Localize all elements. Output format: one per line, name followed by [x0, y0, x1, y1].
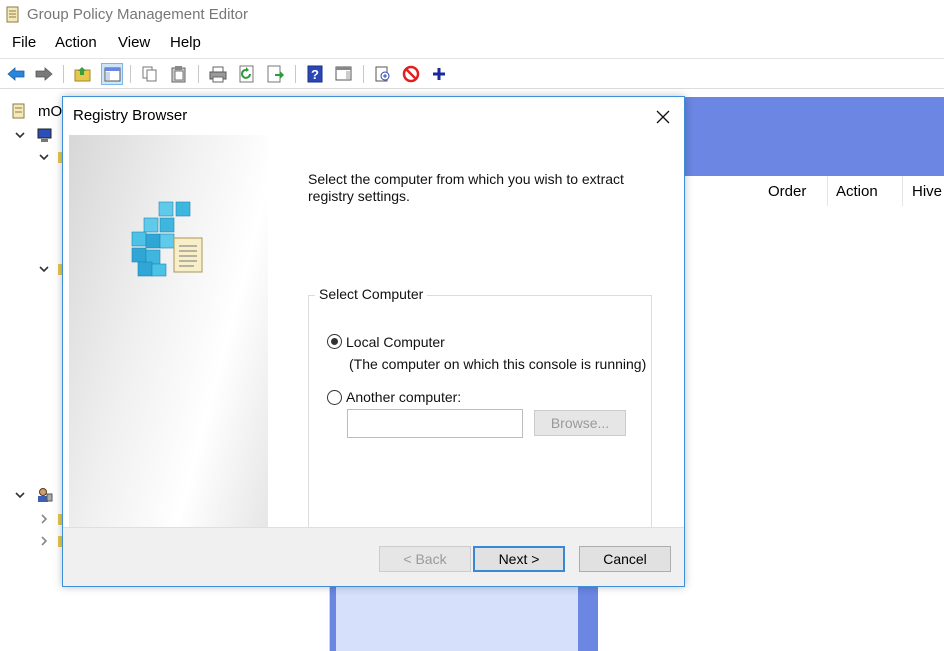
registry-browser-dialog: Registry Browser Select the computer fro… — [62, 96, 685, 587]
dialog-title: Registry Browser — [73, 107, 188, 124]
another-computer-label[interactable]: Another computer: — [346, 389, 461, 405]
dialog-footer: < Back Next > Cancel — [63, 527, 684, 586]
up-folder-icon[interactable] — [72, 63, 94, 85]
menu-view[interactable]: View — [118, 34, 150, 51]
column-divider[interactable] — [827, 176, 828, 206]
user-icon — [36, 487, 54, 503]
forward-arrow-icon[interactable] — [33, 63, 55, 85]
close-button[interactable] — [648, 104, 678, 128]
title-bar: Group Policy Management Editor — [0, 0, 944, 30]
show-hide-action-pane-icon[interactable] — [333, 63, 355, 85]
group-label: Select Computer — [315, 286, 428, 302]
toolbar-separator — [63, 65, 64, 83]
group-policy-editor-window: Group Policy Management Editor File Acti… — [0, 0, 944, 651]
intro-text: Select the computer from which you wish … — [308, 171, 624, 204]
add-icon[interactable] — [428, 63, 450, 85]
cancel-button[interactable]: Cancel — [579, 546, 671, 572]
column-action[interactable]: Action — [836, 183, 878, 200]
toolbar-separator — [198, 65, 199, 83]
toolbar-separator — [363, 65, 364, 83]
next-button[interactable]: Next > — [473, 546, 565, 572]
computer-icon — [36, 127, 54, 143]
back-arrow-icon[interactable] — [5, 63, 27, 85]
show-hide-tree-icon[interactable] — [101, 63, 123, 85]
another-computer-radio[interactable] — [327, 390, 342, 405]
tree-root-label: mO — [38, 103, 63, 120]
print-icon[interactable] — [207, 63, 229, 85]
local-computer-label[interactable]: Local Computer — [346, 334, 445, 350]
menu-bar: File Action View Help — [0, 31, 944, 57]
toolbar: ? — [0, 58, 944, 89]
details-header-band — [684, 97, 944, 176]
lower-blue-panel — [330, 584, 598, 651]
toolbar-separator — [295, 65, 296, 83]
local-computer-radio[interactable] — [327, 334, 342, 349]
export-list-icon[interactable] — [265, 63, 287, 85]
another-computer-input[interactable] — [347, 409, 523, 438]
paste-icon[interactable] — [168, 63, 190, 85]
radio-selected-dot — [331, 338, 338, 345]
chevron-right-icon[interactable] — [38, 534, 50, 546]
column-order[interactable]: Order — [768, 183, 806, 200]
delete-icon[interactable] — [400, 63, 422, 85]
policy-scroll-icon — [6, 6, 20, 23]
back-button[interactable]: < Back — [379, 546, 471, 572]
lower-panel-content — [336, 584, 578, 651]
svg-text:?: ? — [311, 67, 319, 82]
chevron-down-icon[interactable] — [14, 488, 26, 500]
menu-help[interactable]: Help — [170, 34, 201, 51]
column-hive[interactable]: Hive — [912, 183, 942, 200]
chevron-down-icon[interactable] — [14, 128, 26, 140]
menu-file[interactable]: File — [12, 34, 36, 51]
registry-cubes-icon — [131, 201, 203, 277]
copy-icon[interactable] — [139, 63, 161, 85]
menu-action[interactable]: Action — [55, 34, 97, 51]
browse-button[interactable]: Browse... — [534, 410, 626, 436]
refresh-icon[interactable] — [236, 63, 258, 85]
chevron-down-icon[interactable] — [38, 150, 50, 162]
help-icon[interactable]: ? — [304, 63, 326, 85]
new-item-icon[interactable] — [372, 63, 394, 85]
chevron-down-icon[interactable] — [38, 262, 50, 274]
toolbar-separator — [130, 65, 131, 83]
chevron-right-icon[interactable] — [38, 512, 50, 524]
policy-scroll-icon — [12, 103, 30, 119]
column-headers: Order Action Hive — [684, 176, 944, 206]
window-title: Group Policy Management Editor — [27, 6, 248, 23]
wizard-banner — [69, 135, 268, 527]
column-divider[interactable] — [902, 176, 903, 206]
close-icon — [656, 110, 670, 124]
local-computer-note: (The computer on which this console is r… — [349, 356, 647, 372]
